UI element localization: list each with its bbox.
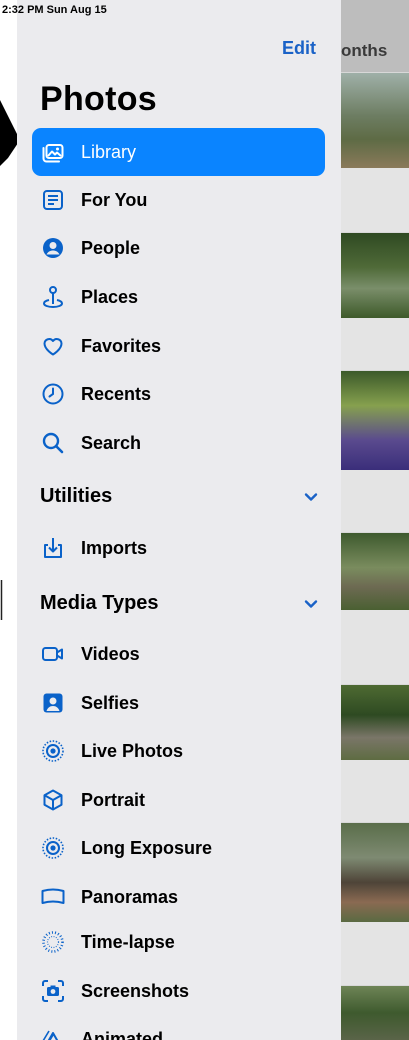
sidebar-item-imports[interactable]: Imports	[17, 526, 341, 570]
photo-thumbnail[interactable]	[341, 532, 409, 610]
for-you-icon	[40, 188, 66, 212]
photo-thumbnail[interactable]	[341, 232, 409, 318]
sidebar-item-portrait[interactable]: Portrait	[17, 778, 341, 822]
photo-thumbnail[interactable]	[341, 822, 409, 922]
photo-thumbnail[interactable]	[341, 684, 409, 760]
sidebar-item-label: Live Photos	[81, 741, 184, 761]
animated-icon	[40, 1027, 66, 1040]
chevron-down-icon[interactable]	[303, 596, 319, 612]
sidebar-item-label: Screenshots	[81, 981, 190, 1001]
selfie-icon	[40, 691, 66, 715]
sidebar-item-label: Selfies	[81, 693, 140, 713]
sidebar-item-label: Videos	[81, 644, 140, 664]
sidebar-item-label: Long Exposure	[81, 838, 213, 858]
sidebar-item-time-lapse[interactable]: Time-lapse	[17, 920, 341, 964]
panorama-icon	[40, 885, 66, 909]
sidebar-item-label: People	[81, 238, 141, 258]
import-icon	[40, 536, 66, 560]
live-photo-icon	[40, 739, 66, 763]
photo-thumbnail[interactable]	[341, 370, 409, 470]
sidebar-item-long-exposure[interactable]: Long Exposure	[17, 826, 341, 870]
person-circle-icon	[40, 236, 66, 260]
sidebar-item-screenshots[interactable]: Screenshots	[17, 969, 341, 1013]
chevron-down-icon[interactable]	[303, 489, 319, 505]
heart-icon	[40, 334, 66, 358]
clock-icon	[40, 382, 66, 406]
section-header-utilities: Utilities	[40, 485, 113, 507]
sidebar-item-places[interactable]: Places	[17, 275, 341, 319]
photo-thumbnail[interactable]	[341, 72, 409, 168]
sidebar-item-label: Recents	[81, 384, 152, 404]
video-icon	[40, 642, 66, 666]
photo-library-icon	[40, 140, 66, 164]
long-exposure-icon	[40, 836, 66, 860]
sidebar-item-label: Time-lapse	[81, 932, 175, 952]
sidebar-item-label: Library	[81, 142, 137, 162]
sidebar-item-label: Animated	[81, 1029, 164, 1040]
sidebar-item-label: Panoramas	[81, 887, 179, 907]
search-icon	[40, 431, 66, 455]
months-tab-label[interactable]: onths	[341, 41, 387, 61]
map-pin-icon	[40, 285, 66, 309]
sidebar-item-people[interactable]: People	[17, 226, 341, 270]
sidebar-item-animated[interactable]: Animated	[17, 1017, 341, 1040]
sidebar-item-live-photos[interactable]: Live Photos	[17, 729, 341, 773]
sidebar-item-recents[interactable]: Recents	[17, 372, 341, 416]
sidebar-item-for-you[interactable]: For You	[17, 178, 341, 222]
section-header-media-types: Media Types	[40, 592, 159, 614]
annotation-mark	[0, 580, 3, 620]
sidebar-item-label: For You	[81, 190, 148, 210]
portrait-cube-icon	[40, 788, 66, 812]
sidebar-item-label: Portrait	[81, 790, 146, 810]
sidebar-item-library[interactable]: Library	[32, 128, 325, 176]
sidebar-item-label: Search	[81, 433, 142, 453]
sidebar-item-label: Favorites	[81, 336, 162, 356]
sidebar: Edit Photos Library For You People Place…	[17, 0, 341, 1040]
sidebar-item-favorites[interactable]: Favorites	[17, 324, 341, 368]
photo-grid-header	[341, 0, 409, 72]
sidebar-item-label: Imports	[81, 538, 148, 558]
sidebar-item-panoramas[interactable]: Panoramas	[17, 875, 341, 919]
sidebar-title: Photos	[40, 80, 158, 118]
sidebar-item-search[interactable]: Search	[17, 421, 341, 465]
sidebar-item-videos[interactable]: Videos	[17, 632, 341, 676]
edit-button[interactable]: Edit	[282, 38, 316, 59]
timelapse-icon	[40, 930, 66, 954]
sidebar-item-label: Places	[81, 287, 139, 307]
photo-thumbnail[interactable]	[341, 985, 409, 1040]
screenshot-icon	[40, 979, 66, 1003]
sidebar-item-selfies[interactable]: Selfies	[17, 681, 341, 725]
photo-grid-peek: onths	[341, 0, 409, 1040]
status-bar-time-date: 2:32 PM Sun Aug 15	[2, 4, 107, 16]
